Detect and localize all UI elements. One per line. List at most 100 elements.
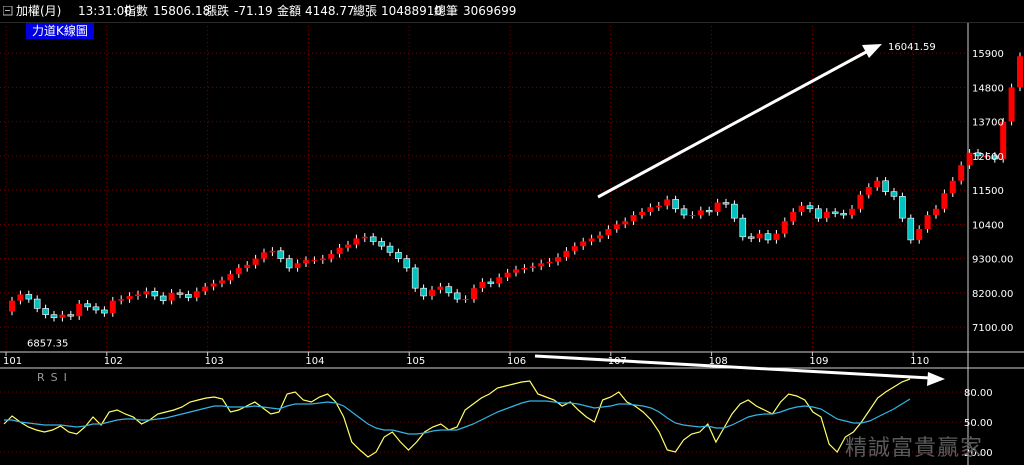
candle-body [176,292,184,295]
candle-body [571,246,578,251]
price-tick-label: 11500 [972,186,1004,197]
candle-body [202,286,209,292]
time-tick-label: 110 [910,356,929,367]
candle-body [219,280,225,284]
candle-body [790,211,797,222]
candle-body [395,252,402,259]
candle-body [907,217,915,241]
candle-body [714,202,721,212]
candle-body [815,208,822,219]
candle-body [806,205,814,210]
candle-body [210,283,217,287]
candle-body [664,199,671,206]
candle-body [639,211,645,216]
candle-body [277,250,285,259]
price-tick-label: 10400 [972,220,1004,231]
time-tick-label: 103 [205,356,224,367]
candle-body [126,295,133,300]
candle-body [546,261,553,264]
price-axis-labels: 7100.00 8200.00 9300.00 10400 11500 12600 1370… [972,49,1013,334]
quote-header: 加權(月) 13:31:00 指數 15806.18 漲跌 -71.19 金額 … [0,0,1024,23]
candle-body [1008,87,1015,122]
candle-body [42,308,49,315]
candle-body [764,233,772,241]
candle-body [462,299,469,301]
candle-body [369,236,377,242]
candle-body [865,187,872,195]
candle-body [538,263,545,267]
price-tick-label: 9300.00 [972,255,1013,266]
candle-body [159,295,167,301]
candle-body [840,213,847,216]
chart-title: 加權(月) [16,4,62,18]
candle-body [453,292,461,300]
candle-body [319,258,326,261]
rsi-tick-label: 80.00 [964,388,993,399]
candle-body [705,210,713,213]
candle-body [882,180,889,192]
candle-body [831,211,839,214]
candle-body [529,266,536,268]
amount-label: 金額 [277,4,302,18]
candle-body [378,241,385,247]
upper-trend-arrow [597,49,869,199]
candle-body [613,224,620,230]
trades-value: 3069699 [463,4,517,18]
candle-body [193,291,200,298]
indicator-tag[interactable]: 力道K線圖 [26,23,94,39]
watermark: 精誠富貴贏家 [845,436,984,461]
index-value: 15806.18 [153,4,211,18]
candle-body [151,290,159,297]
candle-body [9,300,15,312]
candle-body [101,309,108,314]
candle-body [899,196,906,219]
candle-body [361,236,368,239]
candle-body [588,238,595,242]
candle-body [328,253,335,259]
trades-label: 總筆 [434,4,459,18]
candle-body [655,205,662,208]
candle-body [135,294,141,296]
candle-body [76,303,83,317]
candle-body [958,165,965,181]
candle-body [50,314,58,319]
candle-body [874,180,881,187]
candle-body [916,229,923,240]
candle-body [823,211,830,219]
change-value: -71.19 [234,4,273,18]
index-label: 指數 [124,4,149,18]
candle-body [731,203,738,219]
trend-arrows [534,44,945,386]
rsi-fast-line [3,378,911,458]
candle-body [722,202,730,205]
candle-body [890,191,898,197]
candle-body [109,300,116,314]
candle-body [269,250,276,253]
price-tick-label: 8200.00 [972,289,1013,300]
window-control-icon[interactable] [3,6,13,16]
candle-body [487,281,495,284]
candle-body [252,258,259,265]
candle-body [84,303,91,308]
time-tick-label: 102 [104,356,123,367]
candle-body [857,194,864,209]
time-tick-label: 105 [406,356,425,367]
candle-body [17,294,24,301]
rsi-panel [0,378,968,458]
chart-grid [0,22,968,352]
candle-body [353,238,360,245]
candle-body [689,215,696,217]
candle-body [849,208,855,216]
time-tick-label: 104 [305,356,324,367]
candlestick-series [9,52,1023,322]
candle-body [521,267,528,270]
price-tick-label: 15900 [972,49,1004,60]
candle-body [605,229,612,236]
candle-body [504,272,511,278]
volume-label: 總張 [353,4,378,18]
candle-body [773,233,780,240]
candle-body [747,236,755,239]
candle-body [437,286,444,290]
candle-body [630,215,637,222]
candle-body [420,287,427,297]
